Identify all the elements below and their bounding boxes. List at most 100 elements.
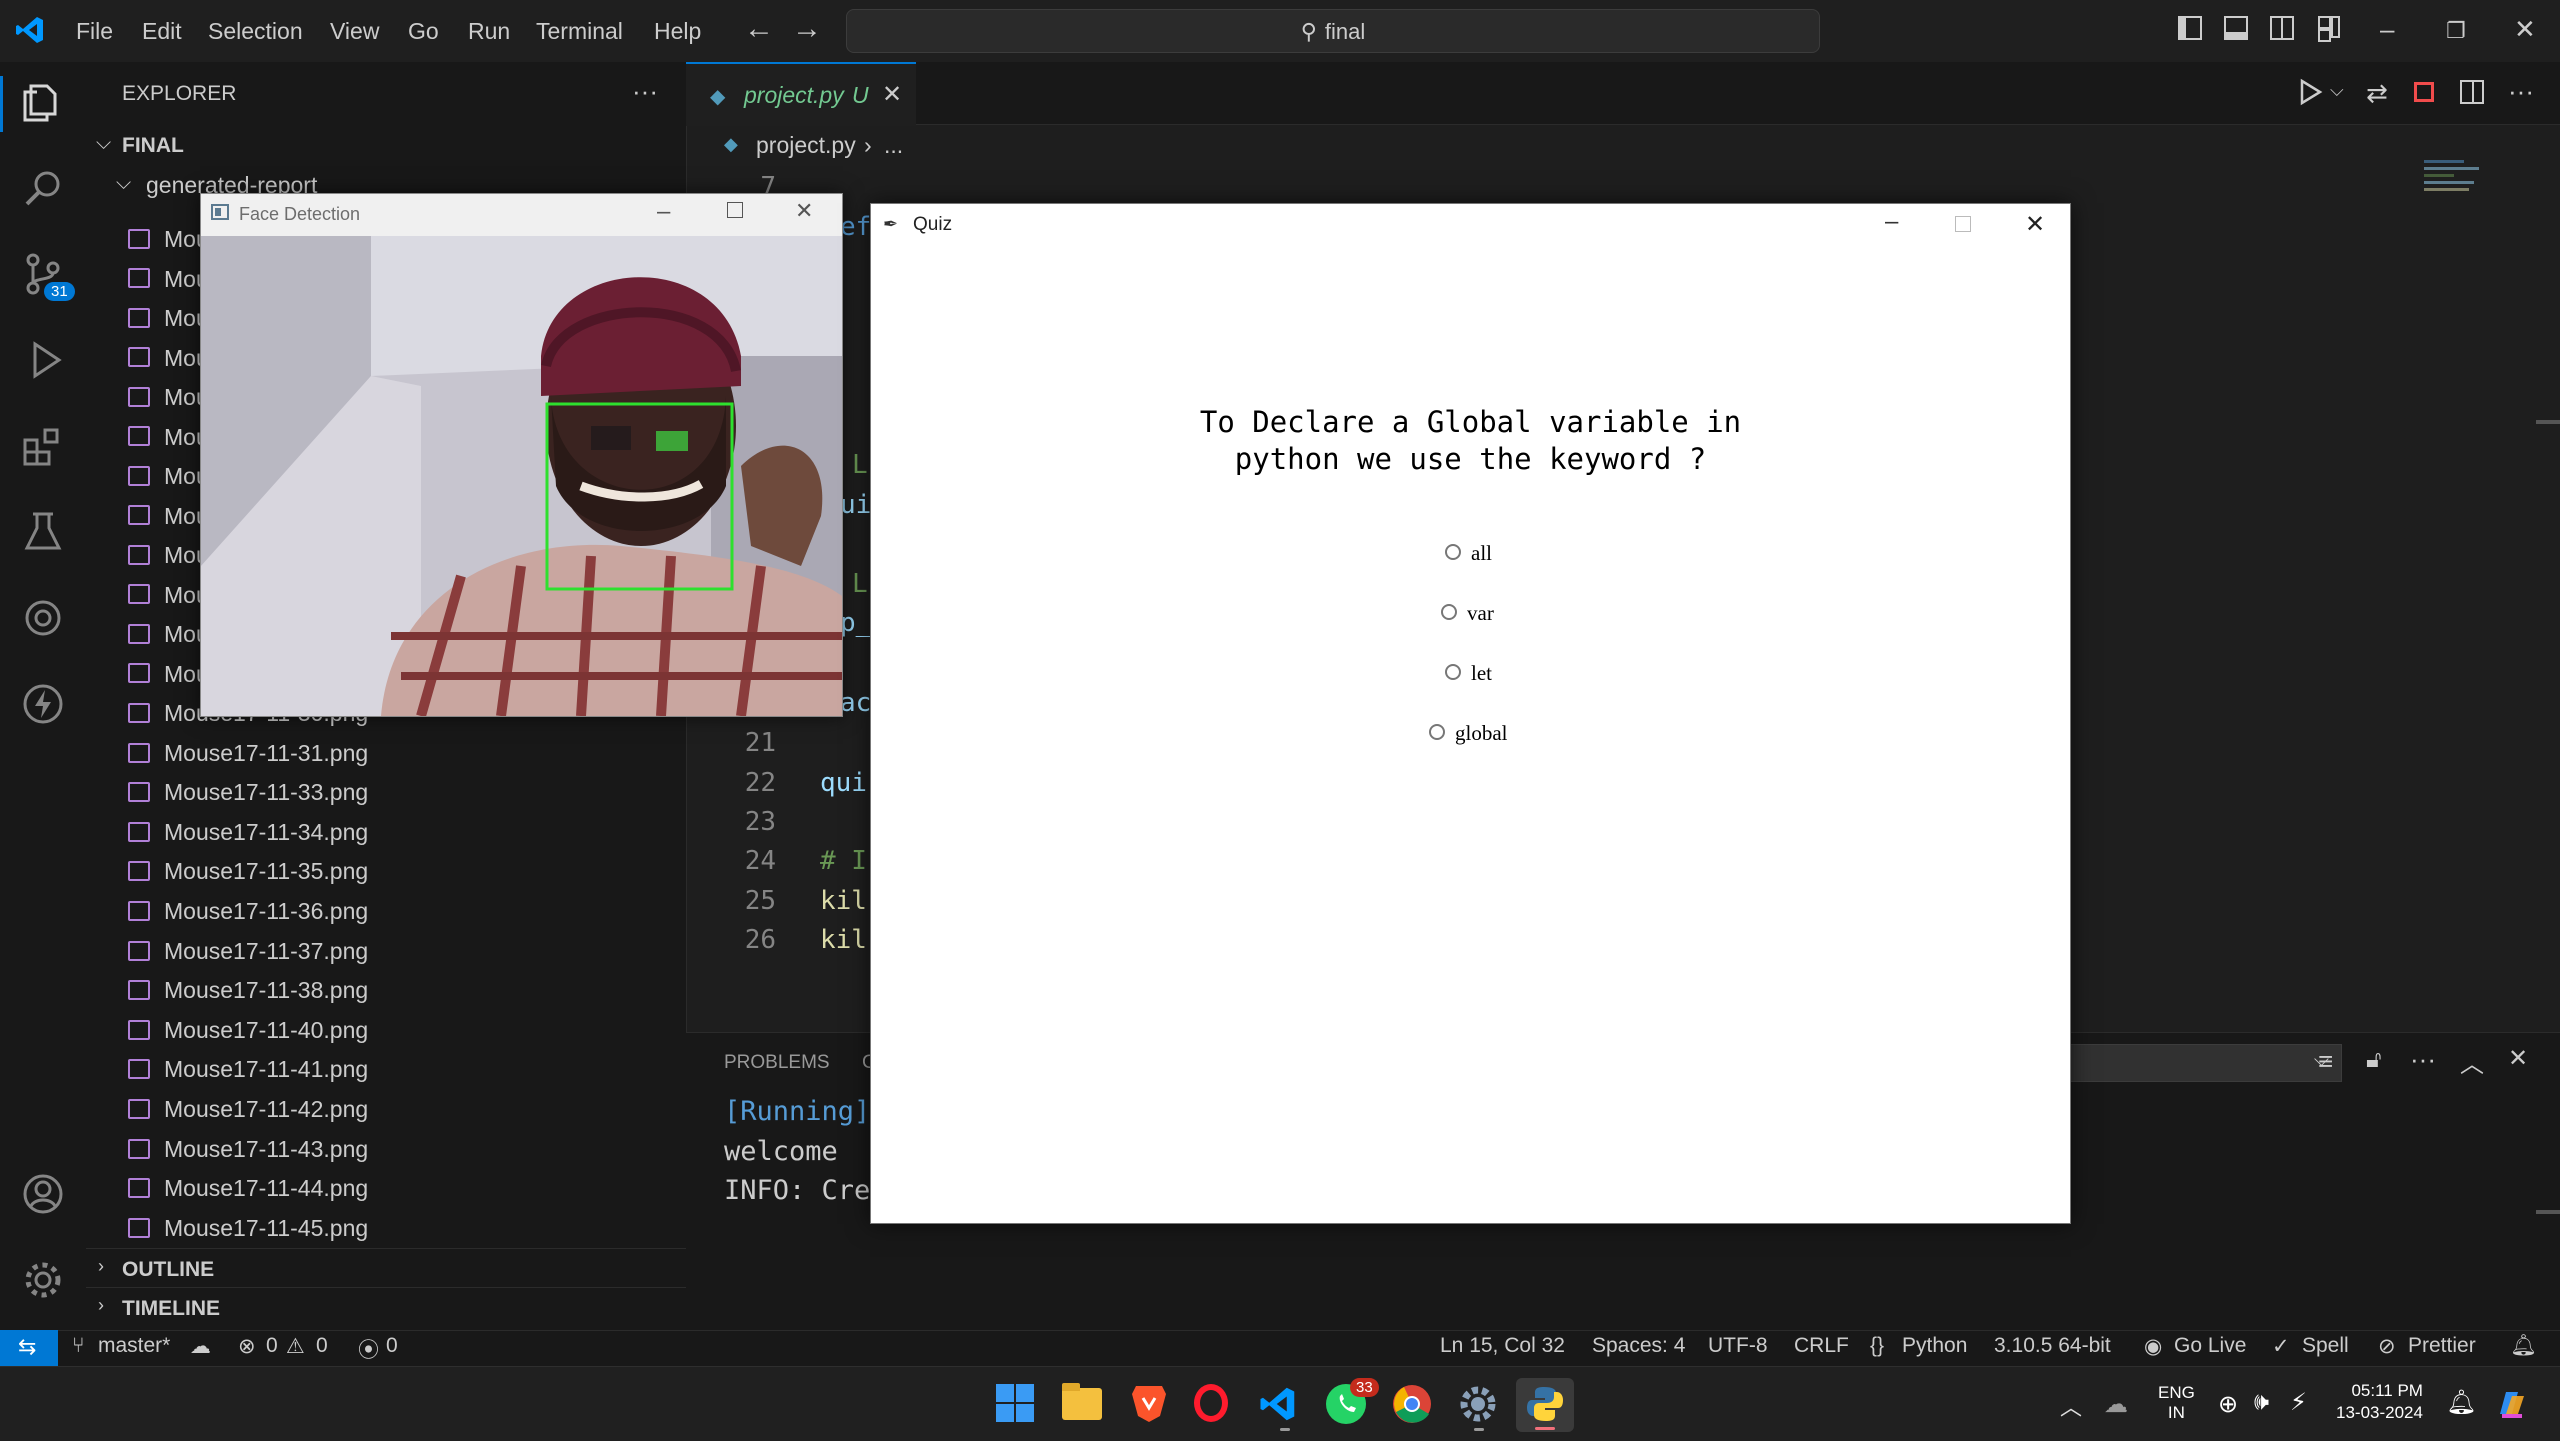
file-item[interactable]: Mouse17-11-31.png bbox=[128, 740, 368, 778]
battery-charging-icon[interactable]: ⚡︎ bbox=[2290, 1388, 2307, 1417]
more-actions-icon[interactable]: ··· bbox=[2508, 76, 2534, 107]
brave-browser-icon[interactable] bbox=[1130, 1382, 1168, 1424]
maximize-panel-icon[interactable]: ︿ bbox=[2460, 1044, 2484, 1079]
ports-count[interactable]: 0 bbox=[386, 1334, 398, 1358]
code-fragment[interactable]: p_ bbox=[840, 608, 871, 638]
folder-chevron-icon[interactable]: ⌵ bbox=[116, 172, 131, 195]
opera-browser-icon[interactable] bbox=[1194, 1384, 1228, 1422]
chatgpt-extension-icon[interactable] bbox=[18, 596, 68, 646]
toggle-secondary-sidebar-icon[interactable] bbox=[2270, 16, 2294, 40]
split-editor-icon[interactable] bbox=[2460, 80, 2484, 104]
chevron-right-icon[interactable]: › bbox=[98, 1295, 104, 1316]
manage-gear-icon[interactable] bbox=[18, 1258, 68, 1308]
file-item[interactable]: Mouse17-11-43.png bbox=[128, 1136, 368, 1174]
windows-start-icon[interactable] bbox=[996, 1384, 1034, 1422]
code-fragment[interactable]: L bbox=[852, 569, 868, 599]
file-explorer-icon[interactable] bbox=[1062, 1383, 1102, 1420]
warning-count[interactable]: 0 bbox=[316, 1334, 328, 1358]
copilot-icon[interactable] bbox=[2492, 1384, 2532, 1424]
notifications-bell-icon[interactable]: 🔔︎ bbox=[2510, 1334, 2537, 1358]
command-center-search[interactable]: ⚲ final bbox=[846, 9, 1820, 53]
tray-overflow-icon[interactable]: ︿ bbox=[2060, 1390, 2082, 1422]
file-item[interactable]: Mouse17-11-35.png bbox=[128, 858, 368, 896]
radio-button[interactable] bbox=[1429, 724, 1445, 741]
python-interpreter[interactable]: 3.10.5 64-bit bbox=[1994, 1334, 2111, 1358]
file-item[interactable]: Mou bbox=[128, 424, 209, 462]
file-item[interactable]: Mou bbox=[128, 542, 209, 580]
menu-help[interactable]: Help bbox=[654, 18, 701, 45]
notification-bell-icon[interactable]: 🔔︎ bbox=[2446, 1388, 2476, 1417]
error-count[interactable]: 0 bbox=[266, 1334, 278, 1358]
branch-name[interactable]: master* bbox=[98, 1334, 170, 1358]
menu-run[interactable]: Run bbox=[468, 18, 510, 45]
code-fragment[interactable]: L bbox=[852, 450, 868, 480]
system-clock[interactable]: 05:11 PM 13-03-2024 bbox=[2336, 1380, 2423, 1424]
clear-output-icon[interactable]: ≡ bbox=[2318, 1046, 2333, 1077]
file-item[interactable]: Mouse17-11-34.png bbox=[128, 819, 368, 857]
minimize-icon[interactable]: – bbox=[657, 198, 670, 226]
file-item[interactable]: Mouse17-11-40.png bbox=[128, 1017, 368, 1055]
vscode-taskbar-icon[interactable] bbox=[1258, 1384, 1298, 1424]
file-item[interactable]: Mou bbox=[128, 266, 209, 304]
explorer-icon[interactable] bbox=[18, 80, 68, 130]
option-let[interactable]: let bbox=[1445, 661, 1492, 686]
cursor-position[interactable]: Ln 15, Col 32 bbox=[1440, 1334, 1565, 1358]
run-debug-icon[interactable] bbox=[18, 338, 68, 388]
menu-go[interactable]: Go bbox=[408, 18, 439, 45]
toggle-panel-icon[interactable] bbox=[2224, 16, 2248, 40]
file-item[interactable]: Mouse17-11-38.png bbox=[128, 977, 368, 1015]
remote-indicator[interactable]: ⇆ bbox=[0, 1330, 58, 1366]
maximize-icon[interactable] bbox=[727, 202, 743, 218]
code-fragment[interactable]: qui bbox=[820, 768, 867, 798]
output-channel-select[interactable]: ⌵ bbox=[2070, 1044, 2342, 1082]
outline-section[interactable]: OUTLINE bbox=[122, 1258, 214, 1282]
run-dropdown-icon[interactable]: ⌵ bbox=[2330, 80, 2344, 101]
file-item[interactable]: Mou bbox=[128, 503, 209, 541]
close-icon[interactable]: ✕ bbox=[2025, 210, 2045, 239]
file-item[interactable]: Mou bbox=[128, 661, 209, 699]
go-live-button[interactable]: Go Live bbox=[2174, 1334, 2246, 1358]
spell-check[interactable]: Spell bbox=[2302, 1334, 2349, 1358]
sync-icon[interactable]: ☁ bbox=[190, 1334, 211, 1359]
breadcrumb-file[interactable]: project.py bbox=[756, 132, 856, 159]
network-globe-icon[interactable]: ⊕ bbox=[2218, 1390, 2238, 1419]
panel-more-icon[interactable]: ··· bbox=[2410, 1044, 2436, 1075]
tab-close-icon[interactable]: ✕ bbox=[882, 80, 902, 109]
extensions-icon[interactable] bbox=[18, 424, 68, 474]
code-fragment[interactable]: ef bbox=[840, 212, 871, 242]
search-icon[interactable] bbox=[18, 166, 68, 216]
forward-arrow-icon[interactable]: → bbox=[792, 12, 822, 46]
back-arrow-icon[interactable]: ← bbox=[744, 12, 774, 46]
thunder-client-icon[interactable] bbox=[18, 682, 68, 732]
file-item[interactable]: Mou bbox=[128, 582, 209, 620]
minimize-icon[interactable]: – bbox=[1885, 208, 1898, 236]
code-fragment[interactable]: ac bbox=[840, 688, 871, 718]
accounts-icon[interactable] bbox=[18, 1172, 68, 1222]
menu-selection[interactable]: Selection bbox=[208, 18, 303, 45]
file-item[interactable]: Mou bbox=[128, 345, 209, 383]
timeline-section[interactable]: TIMELINE bbox=[122, 1297, 220, 1321]
tab-project-py[interactable]: ◆ project.py U ✕ bbox=[686, 62, 916, 126]
file-item[interactable]: Mouse17-11-44.png bbox=[128, 1175, 368, 1213]
file-item[interactable]: Mou bbox=[128, 226, 209, 264]
prettier-status[interactable]: Prettier bbox=[2408, 1334, 2476, 1358]
file-item[interactable]: Mou bbox=[128, 384, 209, 422]
menu-terminal[interactable]: Terminal bbox=[536, 18, 623, 45]
scrollbar-marker[interactable] bbox=[2536, 1210, 2560, 1214]
code-fragment[interactable]: kil bbox=[820, 925, 867, 955]
toggle-sidebar-icon[interactable] bbox=[2178, 16, 2202, 40]
compare-changes-icon[interactable]: ⇄ bbox=[2366, 78, 2388, 109]
code-fragment[interactable]: kil bbox=[820, 886, 867, 916]
close-panel-icon[interactable]: ✕ bbox=[2508, 1044, 2528, 1073]
tab-problems[interactable]: PROBLEMS bbox=[724, 1052, 830, 1074]
option-global[interactable]: global bbox=[1429, 721, 1508, 746]
chevron-down-icon[interactable]: ⌵ bbox=[96, 132, 111, 155]
file-item[interactable]: Mouse17-11-36.png bbox=[128, 898, 368, 936]
file-item[interactable]: Mouse17-11-41.png bbox=[128, 1056, 368, 1094]
stop-icon[interactable] bbox=[2414, 82, 2434, 102]
option-all[interactable]: all bbox=[1445, 541, 1492, 566]
lock-scroll-icon[interactable]: 🔓︎ bbox=[2366, 1046, 2382, 1074]
code-fragment[interactable]: # I bbox=[820, 846, 867, 876]
radio-button[interactable] bbox=[1445, 544, 1461, 561]
volume-icon[interactable]: 🕪︎ bbox=[2254, 1388, 2269, 1416]
